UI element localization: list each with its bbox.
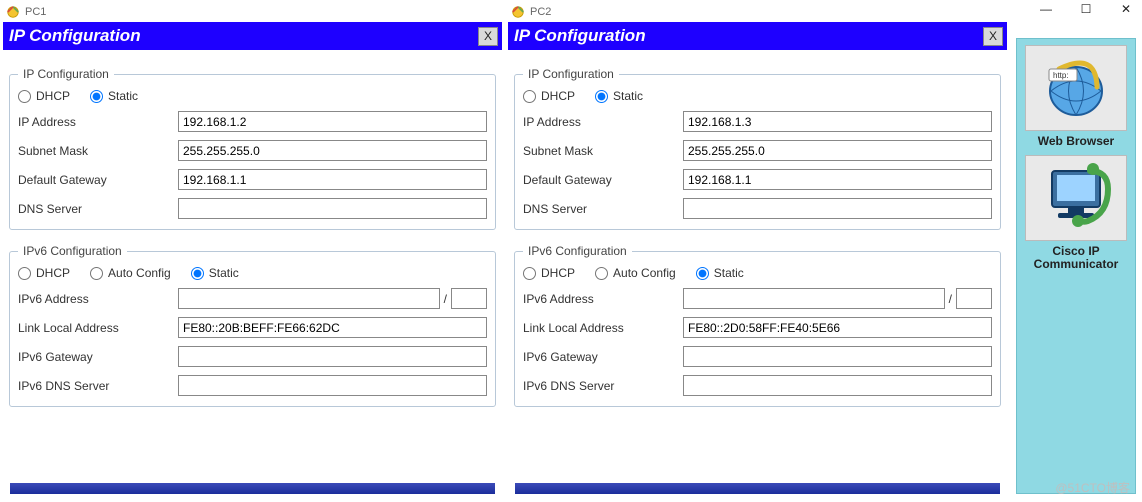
ipv6-address-label: IPv6 Address — [18, 292, 178, 306]
tool-label: Cisco IP Communicator — [1024, 245, 1128, 271]
window-titlebar: PC2 — [505, 0, 1010, 22]
ipv6-legend: IPv6 Configuration — [523, 244, 632, 258]
subnet-mask-label: Subnet Mask — [523, 144, 683, 158]
dns-server-input[interactable] — [178, 198, 487, 219]
dns-server-label: DNS Server — [18, 202, 178, 216]
window-titlebar: PC1 — [0, 0, 505, 22]
ip-address-input[interactable] — [178, 111, 487, 132]
view-header-title: IP Configuration — [514, 26, 646, 46]
view-header: IP Configuration X — [508, 22, 1007, 50]
ipv6-static-radio[interactable]: Static — [696, 266, 744, 280]
ipv6-address-input[interactable] — [683, 288, 945, 309]
ipv6-gateway-input[interactable] — [683, 346, 992, 367]
ipv6-dns-label: IPv6 DNS Server — [523, 379, 683, 393]
ipv4-static-radio[interactable]: Static — [595, 89, 643, 103]
default-gateway-label: Default Gateway — [523, 173, 683, 187]
prefix-separator: / — [949, 292, 952, 306]
ip-address-label: IP Address — [523, 115, 683, 129]
ip-address-input[interactable] — [683, 111, 992, 132]
view-header: IP Configuration X — [3, 22, 502, 50]
default-gateway-input[interactable] — [683, 169, 992, 190]
ipv6-dhcp-radio[interactable]: DHCP — [18, 266, 70, 280]
prefix-separator: / — [444, 292, 447, 306]
browser-icon: http: — [1025, 45, 1127, 131]
link-local-label: Link Local Address — [523, 321, 683, 335]
ip-address-label: IP Address — [18, 115, 178, 129]
ipv6-prefix-input[interactable] — [956, 288, 992, 309]
app-icon — [511, 5, 525, 19]
ipv6-dhcp-radio[interactable]: DHCP — [523, 266, 575, 280]
close-button[interactable]: X — [478, 27, 498, 46]
app-icon — [6, 5, 20, 19]
ipv6-static-radio[interactable]: Static — [191, 266, 239, 280]
ipv6-group: IPv6 Configuration DHCP Auto Config Stat… — [9, 244, 496, 407]
ipv4-group: IP Configuration DHCP Static IP Address … — [514, 67, 1001, 230]
dns-server-input[interactable] — [683, 198, 992, 219]
subnet-mask-input[interactable] — [178, 140, 487, 161]
ipv6-address-label: IPv6 Address — [523, 292, 683, 306]
ipv6-gateway-label: IPv6 Gateway — [523, 350, 683, 364]
window-controls: — ☐ ✕ — [1034, 2, 1138, 16]
ipv6-dns-label: IPv6 DNS Server — [18, 379, 178, 393]
ipv4-dhcp-radio[interactable]: DHCP — [523, 89, 575, 103]
ip-phone-icon — [1025, 155, 1127, 241]
config-panel-pc2: PC2 IP Configuration X IP Configuration … — [505, 0, 1010, 502]
ipv6-dns-input[interactable] — [178, 375, 487, 396]
ipv6-group: IPv6 Configuration DHCP Auto Config Stat… — [514, 244, 1001, 407]
scrollbar-bottom[interactable] — [10, 483, 495, 494]
default-gateway-input[interactable] — [178, 169, 487, 190]
config-panel-pc1: PC1 IP Configuration X IP Configuration … — [0, 0, 505, 502]
view-header-title: IP Configuration — [9, 26, 141, 46]
tool-label: Web Browser — [1038, 135, 1114, 148]
scrollbar-bottom[interactable] — [515, 483, 1000, 494]
dns-server-label: DNS Server — [523, 202, 683, 216]
ipv4-legend: IP Configuration — [18, 67, 114, 81]
tool-web-browser[interactable]: http: Web Browser — [1024, 45, 1128, 148]
link-local-input[interactable] — [683, 317, 992, 338]
window-title: PC2 — [530, 6, 551, 18]
ipv6-prefix-input[interactable] — [451, 288, 487, 309]
subnet-mask-input[interactable] — [683, 140, 992, 161]
ipv4-legend: IP Configuration — [523, 67, 619, 81]
ipv4-group: IP Configuration DHCP Static IP Address … — [9, 67, 496, 230]
app-toolbar: — ☐ ✕ http: Web Browser — [1010, 0, 1142, 502]
svg-text:http:: http: — [1053, 71, 1069, 80]
ipv6-autoconfig-radio[interactable]: Auto Config — [595, 266, 676, 280]
ipv6-dns-input[interactable] — [683, 375, 992, 396]
ipv6-gateway-input[interactable] — [178, 346, 487, 367]
ipv4-static-radio[interactable]: Static — [90, 89, 138, 103]
tool-cisco-ip-communicator[interactable]: Cisco IP Communicator — [1024, 155, 1128, 271]
link-local-input[interactable] — [178, 317, 487, 338]
window-close-button[interactable]: ✕ — [1114, 2, 1138, 16]
ipv6-gateway-label: IPv6 Gateway — [18, 350, 178, 364]
ipv6-address-input[interactable] — [178, 288, 440, 309]
window-maximize-button[interactable]: ☐ — [1074, 2, 1098, 16]
default-gateway-label: Default Gateway — [18, 173, 178, 187]
window-minimize-button[interactable]: — — [1034, 2, 1058, 16]
window-title: PC1 — [25, 6, 46, 18]
close-button[interactable]: X — [983, 27, 1003, 46]
subnet-mask-label: Subnet Mask — [18, 144, 178, 158]
ipv6-legend: IPv6 Configuration — [18, 244, 127, 258]
ipv6-autoconfig-radio[interactable]: Auto Config — [90, 266, 171, 280]
link-local-label: Link Local Address — [18, 321, 178, 335]
ipv4-dhcp-radio[interactable]: DHCP — [18, 89, 70, 103]
